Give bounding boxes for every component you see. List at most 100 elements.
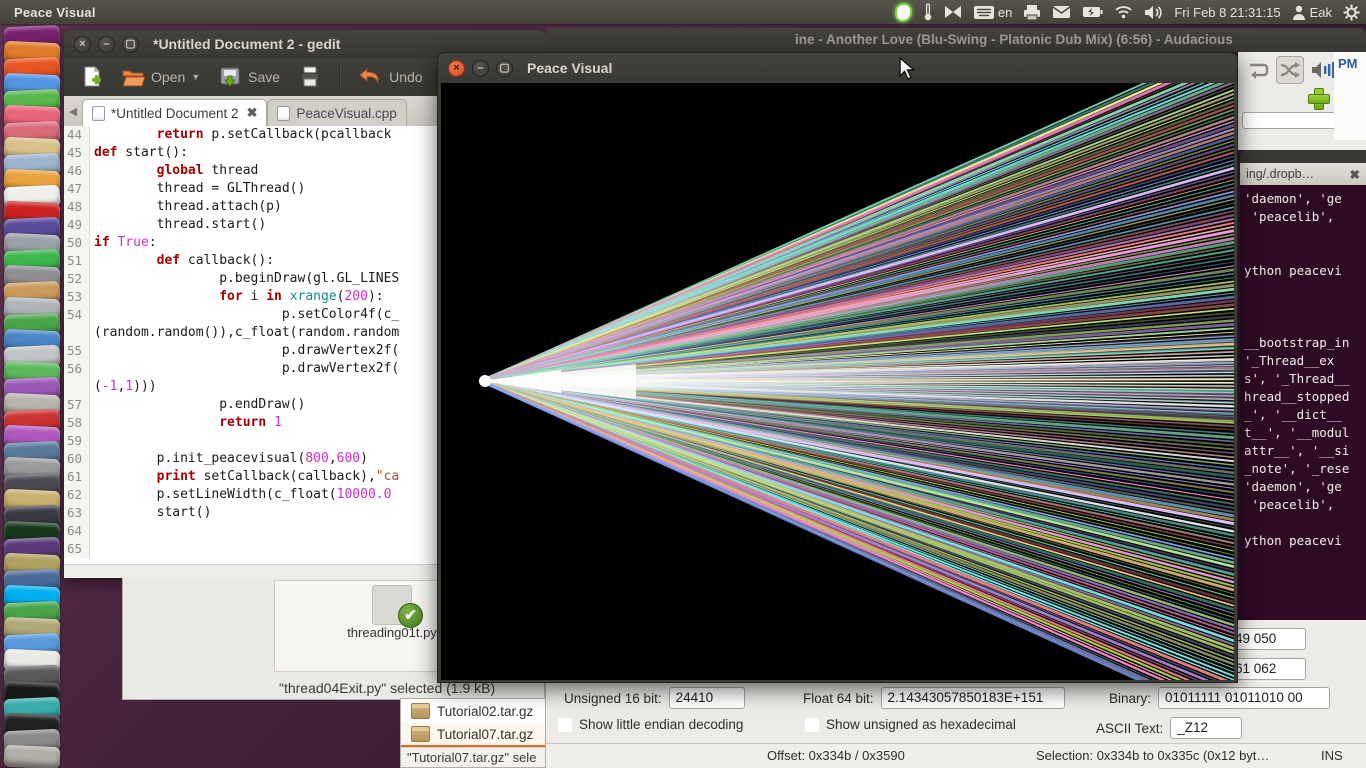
- new-document-icon: [81, 65, 103, 89]
- terminal-tab-label: ing/.dropb…: [1246, 167, 1314, 181]
- binary-label: Binary:: [1109, 691, 1151, 706]
- ascii-label: ASCII Text:: [1096, 721, 1163, 736]
- file-label: Tutorial07.tar.gz: [437, 727, 533, 742]
- thermometer-icon[interactable]: [923, 3, 933, 21]
- new-document-button[interactable]: [76, 62, 108, 92]
- archive-icon: [411, 726, 430, 742]
- hex-partial-field-top[interactable]: 49 050: [1228, 628, 1306, 650]
- minimize-button[interactable]: –: [98, 36, 115, 53]
- mouse-cursor: [898, 57, 918, 81]
- tab-label: PeaceVisual.cpp: [296, 106, 396, 121]
- repeat-icon[interactable]: [1244, 60, 1270, 80]
- line-fan-graphic: [441, 83, 1234, 680]
- open-button[interactable]: Open ▼: [116, 63, 205, 91]
- unsigned-hex-label: Show unsigned as hexadecimal: [826, 717, 1016, 732]
- undo-button[interactable]: Undo: [352, 63, 427, 91]
- open-dropdown-caret[interactable]: ▼: [191, 72, 200, 82]
- audacious-titlebar[interactable]: ine - Another Love (Blu-Swing - Platonic…: [545, 28, 1366, 52]
- audacious-title: ine - Another Love (Blu-Swing - Platonic…: [795, 32, 1233, 47]
- add-button[interactable]: [1308, 88, 1328, 108]
- unsigned-hex-checkbox[interactable]: [805, 718, 819, 732]
- peace-visual-window: × – ▢ Peace Visual: [437, 52, 1238, 683]
- float64-field[interactable]: 2.14343057850183E+151: [881, 687, 1065, 709]
- gedit-window-title: *Untitled Document 2 - gedit: [153, 36, 340, 52]
- unsigned16-label: Unsigned 16 bit:: [564, 691, 662, 706]
- document-icon: [92, 106, 105, 121]
- hex-partial-field-bottom[interactable]: 61 062: [1228, 658, 1306, 680]
- insert-mode-status: INS: [1321, 748, 1343, 763]
- file-label: Tutorial02.tar.gz: [437, 704, 533, 719]
- hex-side-panel: 49 050 61 062: [1238, 620, 1366, 683]
- ascii-field[interactable]: _Z12: [1170, 717, 1242, 739]
- mail-icon[interactable]: [1052, 5, 1071, 19]
- save-button[interactable]: Save: [213, 62, 285, 92]
- hex-editor-panel: Unsigned 16 bit: 24410 Float 64 bit: 2.1…: [545, 683, 1366, 768]
- sound-icon[interactable]: [1144, 5, 1163, 20]
- background-window-edge: PM: [1334, 52, 1366, 140]
- minimize-button[interactable]: –: [472, 60, 489, 77]
- file-row-tutorial02[interactable]: Tutorial02.tar.gz: [401, 699, 546, 723]
- peace-visual-titlebar[interactable]: × – ▢ Peace Visual: [438, 53, 1237, 83]
- pm-label: PM: [1338, 56, 1358, 71]
- file-threading01t[interactable]: ✔ threading01t.py: [337, 585, 447, 640]
- maximize-button[interactable]: ▢: [122, 36, 139, 53]
- toolbar-separator: [339, 65, 340, 89]
- session-gear-icon[interactable]: [1343, 4, 1360, 21]
- print-button[interactable]: [293, 62, 327, 92]
- wifi-icon[interactable]: [1114, 5, 1133, 19]
- archive-list-statusbar: "Tutorial07.tar.gz" sele: [401, 747, 546, 767]
- tab-untitled-document[interactable]: *Untitled Document 2 ✖: [82, 99, 267, 126]
- file-row-tutorial07[interactable]: Tutorial07.tar.gz: [401, 723, 546, 747]
- close-button[interactable]: ×: [74, 36, 91, 53]
- user-icon: [1292, 5, 1306, 20]
- archive-icon: [411, 703, 430, 719]
- opengl-visualization[interactable]: [441, 83, 1234, 680]
- keyboard-icon[interactable]: [973, 5, 995, 20]
- file-label: threading01t.py: [337, 625, 447, 640]
- terminal-output[interactable]: 'daemon', 'ge 'peacelib', ython peacevi …: [1240, 185, 1366, 620]
- selection-status: Selection: 0x334b to 0x335c (0x12 byt…: [1036, 748, 1269, 763]
- hex-editor-statusbar: Offset: 0x334b / 0x3590 Selection: 0x334…: [546, 743, 1366, 768]
- battery-icon[interactable]: [1082, 6, 1103, 18]
- unsigned16-field[interactable]: 24410: [669, 687, 745, 709]
- tab-close-icon[interactable]: ✖: [247, 105, 258, 121]
- little-endian-checkbox[interactable]: [558, 718, 572, 732]
- open-label: Open: [151, 69, 185, 85]
- python-file-icon: ✔: [372, 585, 412, 625]
- user-menu-label[interactable]: Eak: [1310, 5, 1332, 20]
- keyboard-layout-label[interactable]: en: [998, 5, 1012, 20]
- shuffle-button[interactable]: [1276, 56, 1304, 84]
- terminal-tabbar[interactable]: ing/.dropb… ✖: [1240, 163, 1366, 185]
- sync-check-icon: ✔: [398, 603, 423, 628]
- save-label: Save: [248, 69, 280, 85]
- terminal-tab-close-icon[interactable]: ✖: [1350, 167, 1360, 182]
- maximize-button[interactable]: ▢: [496, 60, 513, 77]
- offset-status: Offset: 0x334b / 0x3590: [767, 748, 905, 763]
- shuffle-icon: [1279, 61, 1301, 79]
- volume-icon[interactable]: [1310, 60, 1334, 80]
- tab-peacevisual-cpp[interactable]: PeaceVisual.cpp: [267, 99, 406, 126]
- dock-item-laptop-gray[interactable]: [4, 745, 61, 768]
- top-panel: Peace Visual en Fri Feb 8 21:31:15 Eak: [0, 0, 1366, 24]
- print-icon: [298, 65, 322, 89]
- undo-label: Undo: [389, 69, 422, 85]
- close-button[interactable]: ×: [448, 60, 465, 77]
- printer-icon[interactable]: [1023, 4, 1041, 21]
- audacious-field[interactable]: [1242, 112, 1342, 129]
- open-folder-icon: [121, 66, 145, 88]
- tab-label: *Untitled Document 2: [111, 106, 239, 121]
- dropbox-icon[interactable]: [944, 4, 962, 20]
- undo-icon: [357, 66, 383, 88]
- binary-field[interactable]: 01011111 01011010 00: [1158, 687, 1330, 709]
- terminal-window: ing/.dropb… ✖ 'daemon', 'ge 'peacelib', …: [1238, 150, 1366, 620]
- touchegg-icon[interactable]: [895, 3, 912, 22]
- desktop: × – ▢ *Untitled Document 2 - gedit Open …: [0, 0, 1366, 768]
- terminal-titlebar[interactable]: [1240, 150, 1366, 163]
- tab-scroll-left[interactable]: ◀: [64, 96, 82, 126]
- archive-list-window: Tutorial02.tar.gz Tutorial07.tar.gz "Tut…: [400, 698, 547, 768]
- launcher-dock: [0, 24, 64, 768]
- clock-label[interactable]: Fri Feb 8 21:31:15: [1174, 5, 1280, 20]
- float64-label: Float 64 bit:: [803, 691, 874, 706]
- save-icon: [218, 65, 242, 89]
- little-endian-label: Show little endian decoding: [579, 717, 743, 732]
